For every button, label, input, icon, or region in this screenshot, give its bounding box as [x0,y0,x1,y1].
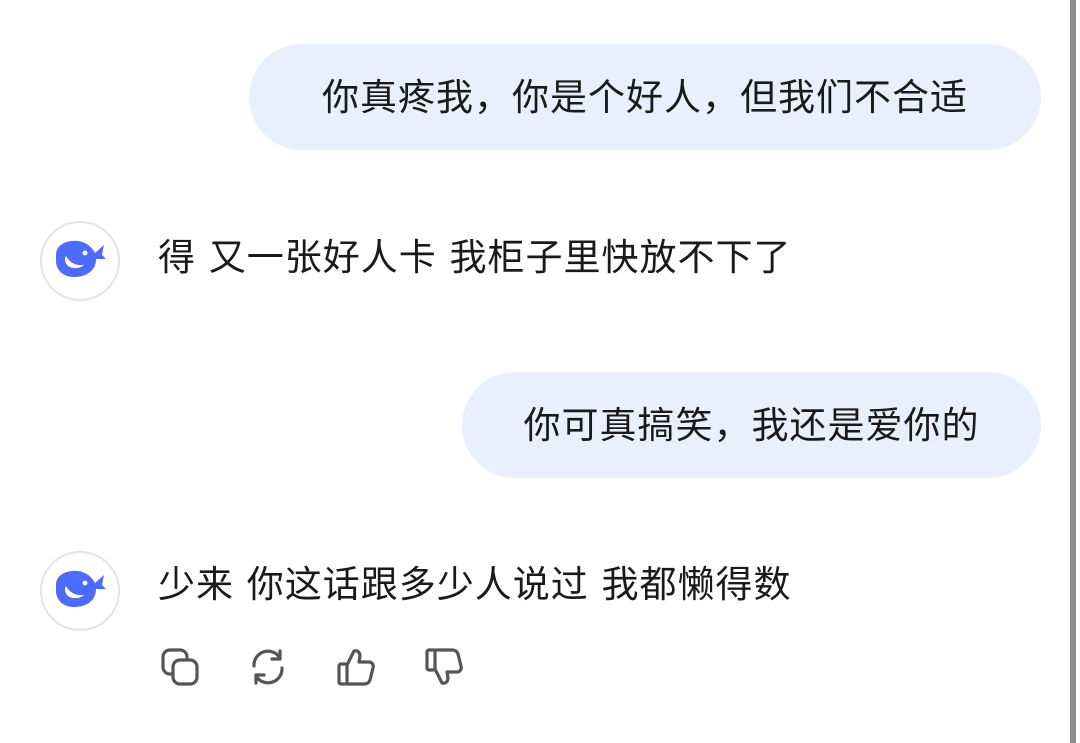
assistant-avatar [40,221,120,301]
scrollbar[interactable] [1068,0,1080,743]
user-message-text: 你可真搞笑，我还是爱你的 [523,403,980,447]
whale-logo-icon [52,569,108,613]
assistant-message-text: 少来 你这话跟多少人说过 我都懒得数 [158,563,792,606]
thumbs-down-button[interactable] [422,647,466,691]
whale-logo-icon [52,239,108,283]
copy-button[interactable] [158,647,202,691]
user-message-bubble: 你可真搞笑，我还是爱你的 [462,372,1041,478]
regenerate-button[interactable] [246,647,290,691]
thumbs-up-button[interactable] [334,647,378,691]
thumbs-down-icon [423,646,465,692]
assistant-avatar [40,551,120,631]
message-actions [158,647,466,691]
user-message-bubble: 你真疼我，你是个好人，但我们不合适 [249,44,1041,150]
chat-page: 你真疼我，你是个好人，但我们不合适 得 又一张好人卡 我柜子里快放不下了 你可真… [0,0,1080,743]
regenerate-icon [247,646,289,692]
thumbs-up-icon [335,646,377,692]
scrollbar-thumb[interactable] [1070,0,1076,743]
copy-icon [159,646,201,692]
user-message-text: 你真疼我，你是个好人，但我们不合适 [322,75,968,119]
assistant-message-text: 得 又一张好人卡 我柜子里快放不下了 [158,236,792,279]
